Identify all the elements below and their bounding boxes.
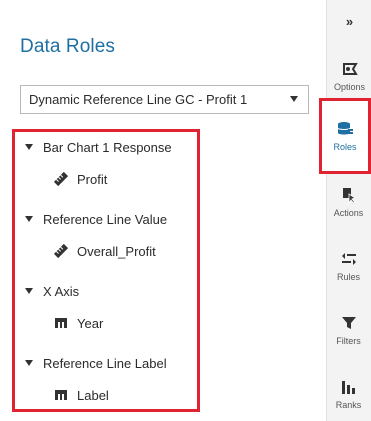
expand-triangle-icon (25, 216, 33, 222)
roles-list: Bar Chart 1 Response Profit Reference Li… (12, 129, 200, 412)
role-group-label: X Axis (43, 283, 80, 299)
role-group-x-axis[interactable]: X Axis (25, 282, 79, 300)
role-group-label: Reference Line Value (43, 211, 168, 227)
sidebar-label: Options (333, 82, 366, 92)
role-item-overall-profit[interactable]: Overall_Profit (53, 242, 156, 260)
main-panel: Data Roles Dynamic Reference Line GC - P… (0, 0, 326, 421)
sidebar-filters-button[interactable]: Filters (326, 314, 371, 346)
sidebar-roles-button[interactable]: Roles (319, 98, 371, 174)
role-item-label: Label (77, 387, 109, 403)
sidebar-label: Rules (336, 272, 360, 282)
roles-icon (337, 122, 353, 135)
sidebar-actions-button[interactable]: Actions (326, 186, 371, 218)
sidebar-options-button[interactable]: Options (327, 60, 371, 92)
rules-icon (341, 253, 356, 265)
expand-triangle-icon (25, 144, 33, 150)
ranks-icon (341, 381, 355, 394)
role-group-bar-chart-response[interactable]: Bar Chart 1 Response (25, 138, 172, 156)
sidebar-label: Actions (333, 208, 364, 218)
role-group-reference-line-value[interactable]: Reference Line Value (25, 210, 167, 228)
role-item-label: Year (77, 315, 104, 331)
role-item-label: Overall_Profit (77, 243, 156, 259)
chevron-down-icon (290, 96, 298, 102)
data-roles-pane: Data Roles Dynamic Reference Line GC - P… (0, 0, 371, 421)
object-selector-value: Dynamic Reference Line GC - Profit 1 (29, 92, 248, 107)
category-icon (53, 315, 69, 331)
expand-triangle-icon (25, 360, 33, 366)
options-icon (342, 63, 358, 75)
sidebar-rules-button[interactable]: Rules (326, 250, 371, 282)
panel-title: Data Roles (20, 36, 115, 57)
role-group-label: Reference Line Label (43, 355, 167, 371)
object-selector[interactable]: Dynamic Reference Line GC - Profit 1 (20, 85, 309, 114)
measure-ruler-icon (53, 243, 69, 259)
sidebar-label: Ranks (335, 400, 362, 410)
actions-icon (342, 188, 356, 204)
role-item-year[interactable]: Year (53, 314, 103, 332)
role-item-label-field[interactable]: Label (53, 386, 109, 404)
sidebar-ranks-button[interactable]: Ranks (326, 378, 371, 410)
role-group-label: Bar Chart 1 Response (43, 139, 172, 155)
role-group-reference-line-label[interactable]: Reference Line Label (25, 354, 167, 372)
role-item-label: Profit (77, 171, 108, 187)
measure-ruler-icon (53, 171, 69, 187)
category-icon (53, 387, 69, 403)
sidebar-label: Roles (333, 142, 357, 152)
role-item-profit[interactable]: Profit (53, 170, 107, 188)
sidebar-label: Filters (336, 336, 361, 346)
collapse-pane-button[interactable]: » (327, 14, 371, 29)
expand-triangle-icon (25, 288, 33, 294)
filter-icon (341, 317, 356, 329)
